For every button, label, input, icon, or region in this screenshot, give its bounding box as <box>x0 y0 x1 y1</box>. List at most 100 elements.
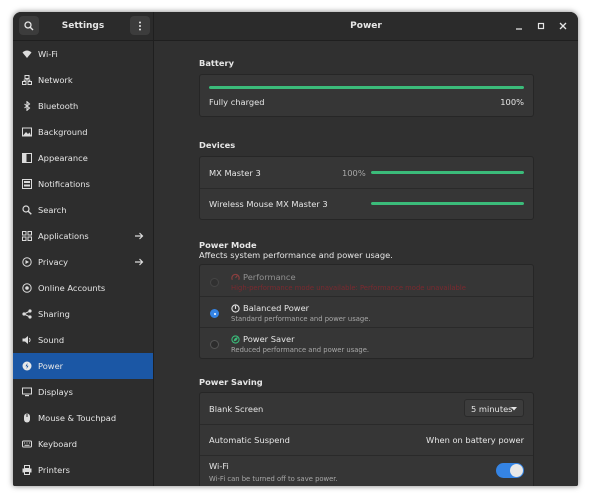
sidebar-item-printers[interactable]: Printers <box>13 457 153 483</box>
sidebar-item-label: Mouse & Touchpad <box>38 413 117 423</box>
sidebar-item-network[interactable]: Network <box>13 67 153 93</box>
sidebar-item-search[interactable]: Search <box>13 197 153 223</box>
sidebar-item-label: Privacy <box>38 257 69 267</box>
sidebar-item-online-accounts[interactable]: Online Accounts <box>13 275 153 301</box>
sidebar-item-mouse-touchpad[interactable]: Mouse & Touchpad <box>13 405 153 431</box>
wifi-power-row: Wi-Fi Wi-Fi can be turned off to save po… <box>200 455 533 486</box>
battery-level-fill <box>209 86 524 89</box>
power-mode-option-power-saver[interactable]: Power Saver Reduced performance and powe… <box>200 327 533 358</box>
search-button[interactable] <box>19 16 39 35</box>
sidebar-item-sharing[interactable]: Sharing <box>13 301 153 327</box>
power-saver-label: Power Saver <box>243 334 295 344</box>
devices-section-title: Devices <box>199 140 236 150</box>
sidebar-item-label: Printers <box>38 465 70 475</box>
background-icon <box>22 127 32 137</box>
sidebar-item-wifi[interactable]: Wi-Fi <box>13 41 153 67</box>
power-saver-icon <box>231 335 240 344</box>
wifi-icon <box>22 50 32 58</box>
printers-icon <box>22 465 32 475</box>
balanced-icon <box>231 304 240 313</box>
wifi-power-toggle[interactable] <box>496 463 524 478</box>
device-row: Wireless Mouse MX Master 3 <box>200 188 533 219</box>
auto-suspend-row[interactable]: Automatic Suspend When on battery power <box>200 424 533 455</box>
power-mode-card: Performance High-performance mode unavai… <box>199 264 534 359</box>
sidebar-header: Settings <box>13 12 154 40</box>
sidebar-item-label: Displays <box>38 387 73 397</box>
auto-suspend-label: Automatic Suspend <box>209 435 290 445</box>
notifications-icon <box>22 179 32 189</box>
bluetooth-icon <box>24 101 31 111</box>
radio-button[interactable] <box>210 278 219 287</box>
close-button[interactable] <box>555 18 571 34</box>
battery-percent: 100% <box>500 97 524 107</box>
battery-status: Fully charged <box>209 97 265 107</box>
privacy-icon <box>22 257 32 267</box>
device-level-bar <box>371 202 524 205</box>
sidebar-item-label: Search <box>38 205 67 215</box>
sidebar-item-label: Sound <box>38 335 65 345</box>
menu-dots-icon <box>139 21 141 30</box>
sharing-icon <box>22 309 32 319</box>
device-name: MX Master 3 <box>209 168 261 178</box>
sidebar-item-label: Notifications <box>38 179 90 189</box>
wifi-power-description: Wi-Fi can be turned off to save power. <box>209 475 338 483</box>
device-row: MX Master 3 100% <box>200 157 533 188</box>
minimize-button[interactable] <box>511 18 527 34</box>
maximize-button[interactable] <box>533 18 549 34</box>
settings-window: Settings Power Wi-Fi Network Bluetooth B… <box>13 12 578 486</box>
sidebar-item-label: Background <box>38 127 88 137</box>
sidebar-item-label: Bluetooth <box>38 101 79 111</box>
sidebar-item-label: Power <box>38 361 64 371</box>
battery-level-bar <box>209 86 524 89</box>
sidebar-item-power[interactable]: Power <box>13 353 153 379</box>
sidebar-item-appearance[interactable]: Appearance <box>13 145 153 171</box>
battery-section-title: Battery <box>199 58 234 68</box>
wifi-power-label: Wi-Fi <box>209 461 229 471</box>
arrow-right-icon <box>135 258 144 266</box>
displays-icon <box>22 387 32 397</box>
sidebar-item-displays[interactable]: Displays <box>13 379 153 405</box>
balanced-description: Standard performance and power usage. <box>231 315 371 323</box>
search-icon <box>22 205 32 215</box>
minimize-icon <box>516 28 522 30</box>
sidebar-item-background[interactable]: Background <box>13 119 153 145</box>
sidebar-item-keyboard[interactable]: Keyboard <box>13 431 153 457</box>
power-panel: Battery Fully charged 100% Devices MX Ma… <box>154 41 578 486</box>
radio-button[interactable] <box>210 340 219 349</box>
blank-screen-dropdown[interactable]: 5 minutes <box>464 399 524 417</box>
blank-screen-row: Blank Screen 5 minutes <box>200 393 533 424</box>
devices-card: MX Master 3 100% Wireless Mouse MX Maste… <box>199 156 534 220</box>
sidebar-item-label: Network <box>38 75 73 85</box>
header-bar: Settings Power <box>13 12 578 41</box>
sound-icon <box>22 336 31 344</box>
sidebar-item-privacy[interactable]: Privacy <box>13 249 153 275</box>
sidebar-item-label: Keyboard <box>38 439 78 449</box>
device-percent: 100% <box>342 168 366 178</box>
sidebar-item-label: Applications <box>38 231 89 241</box>
device-name: Wireless Mouse MX Master 3 <box>209 199 328 209</box>
battery-card: Fully charged 100% <box>199 74 534 117</box>
close-icon <box>559 22 567 30</box>
sidebar-item-applications[interactable]: Applications <box>13 223 153 249</box>
power-mode-section-title: Power Mode <box>199 240 257 250</box>
mouse-icon <box>24 413 30 423</box>
sidebar: Wi-Fi Network Bluetooth Background Appea… <box>13 41 154 486</box>
device-level-fill <box>371 171 524 174</box>
power-saving-section-title: Power Saving <box>199 377 263 387</box>
device-level-bar <box>371 171 524 174</box>
sidebar-title: Settings <box>61 21 105 31</box>
main-menu-button[interactable] <box>130 16 150 35</box>
sidebar-item-notifications[interactable]: Notifications <box>13 171 153 197</box>
sidebar-item-sound[interactable]: Sound <box>13 327 153 353</box>
keyboard-icon <box>22 440 32 448</box>
power-icon <box>22 361 32 371</box>
sidebar-item-bluetooth[interactable]: Bluetooth <box>13 93 153 119</box>
blank-screen-value: 5 minutes <box>471 404 513 414</box>
network-icon <box>22 75 32 85</box>
blank-screen-label: Blank Screen <box>209 404 264 414</box>
radio-button[interactable] <box>210 309 219 318</box>
toggle-knob <box>510 464 523 477</box>
power-saving-card: Blank Screen 5 minutes Automatic Suspend… <box>199 392 534 486</box>
power-mode-option-balanced[interactable]: Balanced Power Standard performance and … <box>200 296 533 327</box>
power-mode-option-performance[interactable]: Performance High-performance mode unavai… <box>200 265 533 296</box>
